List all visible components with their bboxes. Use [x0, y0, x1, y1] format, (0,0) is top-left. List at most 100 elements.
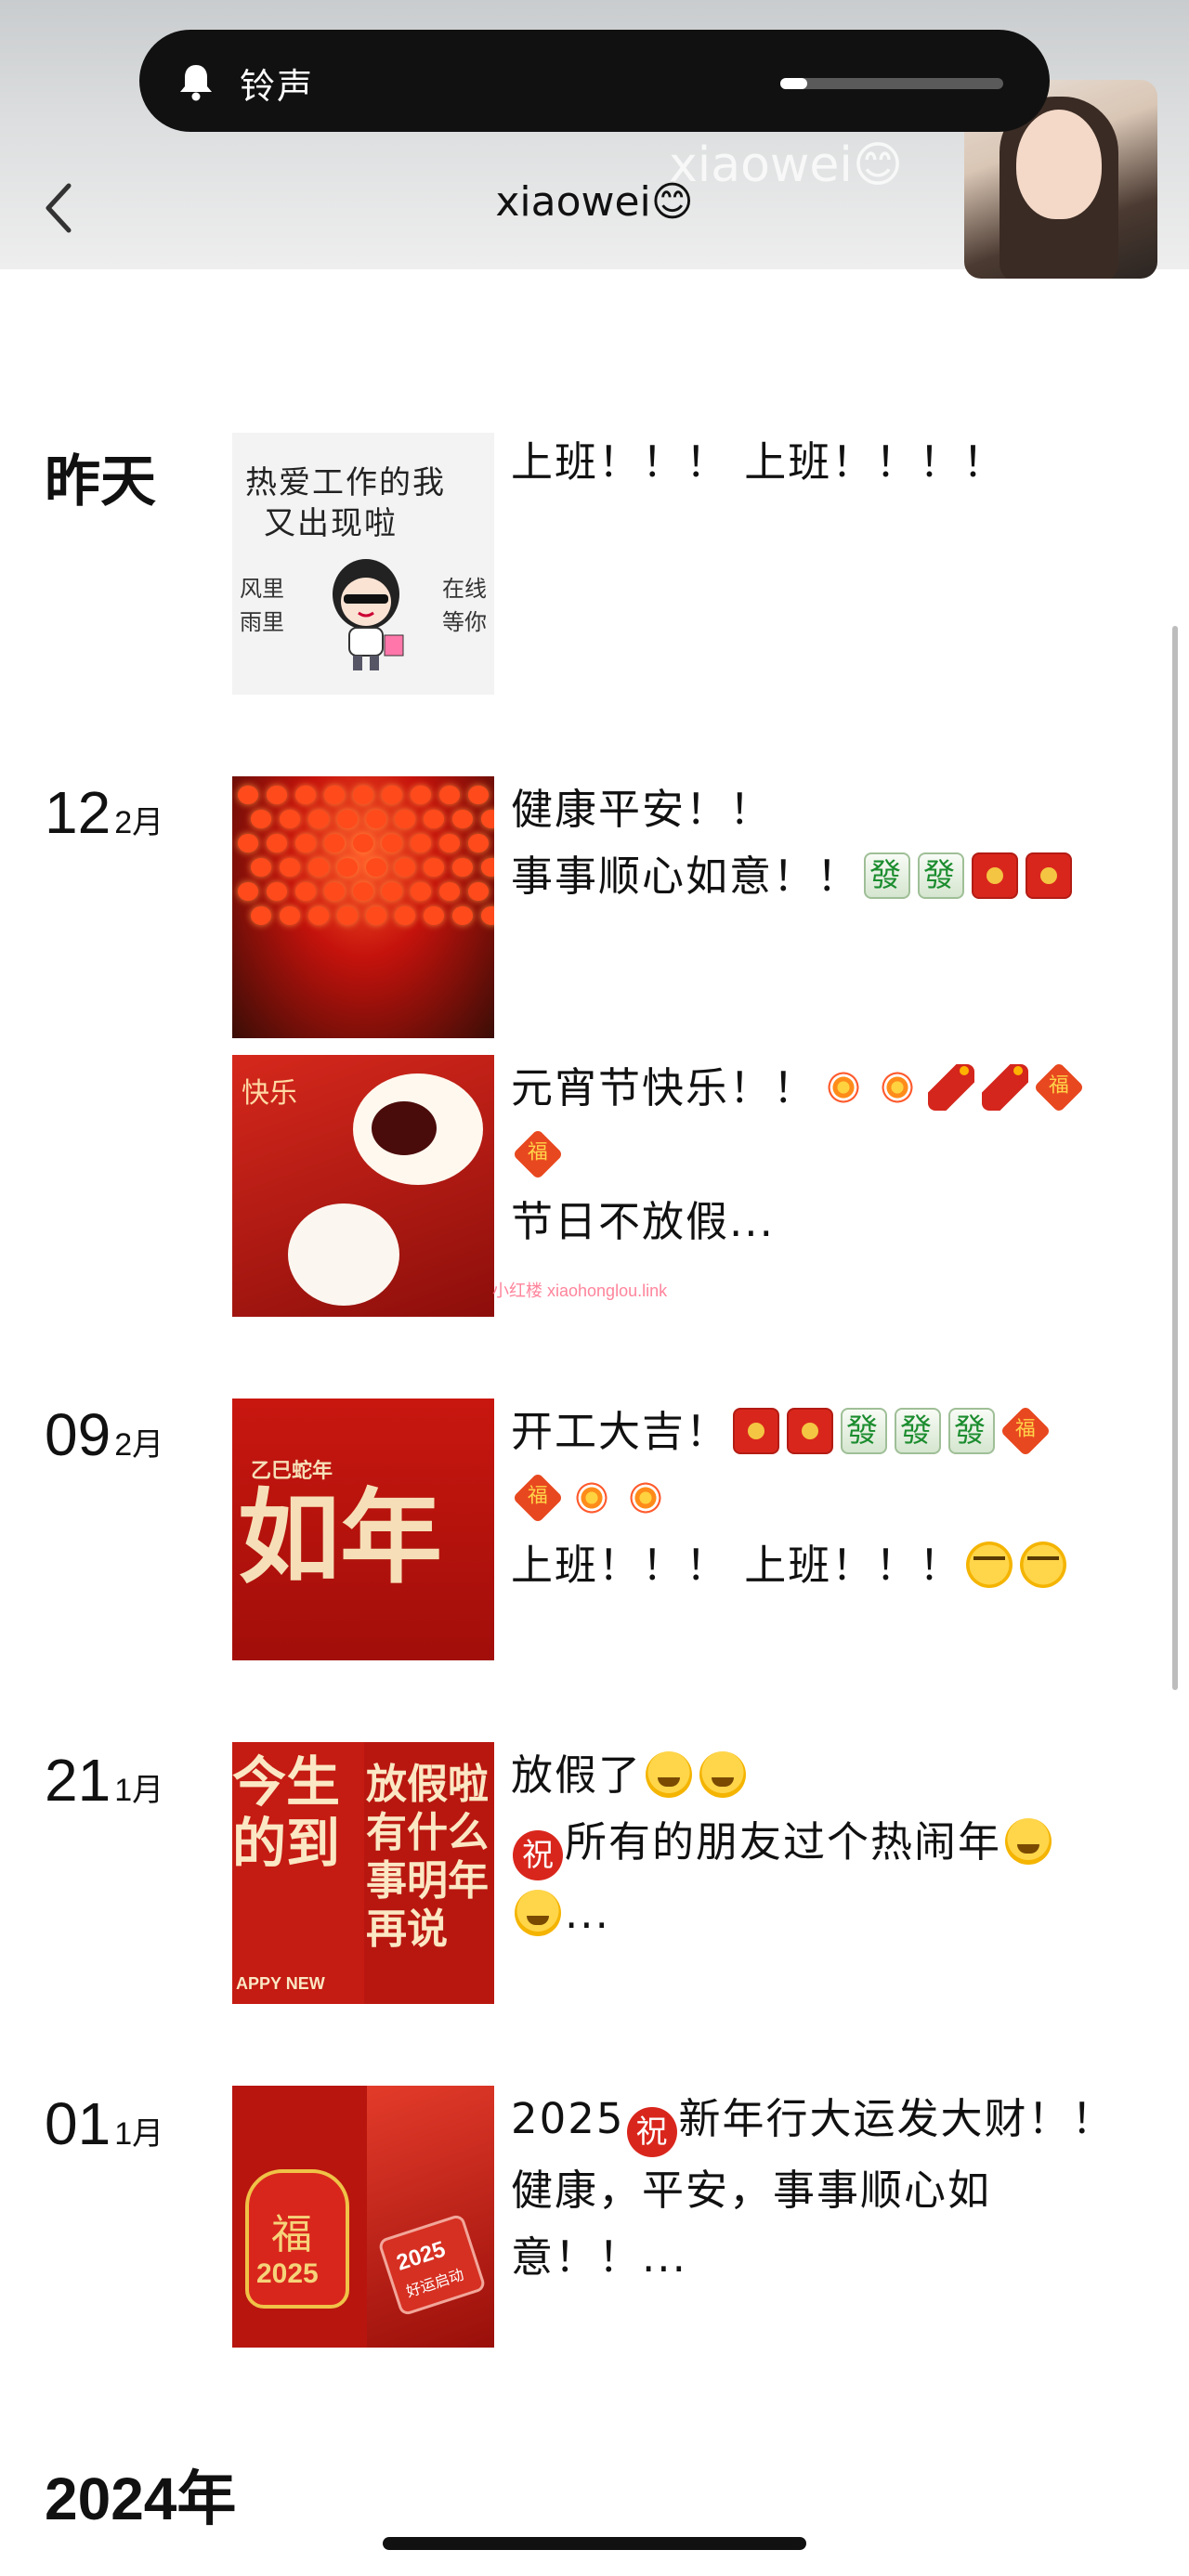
lantern-shape: [267, 834, 287, 852]
thumb-caption: 又出现啦: [264, 505, 398, 542]
lantern-shape: [395, 858, 415, 877]
tangyuan-filling: [372, 1101, 437, 1155]
red-envelope-icon: [1026, 852, 1073, 899]
mahjong-fa-icon: [864, 852, 911, 899]
red-envelope-icon: [787, 1408, 834, 1454]
red-envelope-icon: [733, 1408, 780, 1454]
bell-icon: [180, 65, 212, 101]
lantern-shape: [324, 882, 345, 901]
lantern-shape: [481, 810, 494, 828]
lantern-shape: [267, 786, 287, 804]
mahjong-fa-icon: [895, 1408, 942, 1454]
lucky-bag-shape: 福 2025: [245, 2169, 349, 2309]
lantern-shape: [452, 906, 473, 925]
lantern-shape: [267, 882, 287, 901]
nerd-face-icon: [966, 1542, 1013, 1588]
ringtone-label: 铃声: [240, 66, 315, 107]
post-text[interactable]: 开工大吉！ 上班！！！ 上班！！！: [511, 1399, 1133, 1599]
post-text[interactable]: 健康平安！！ 事事顺心如意！！: [511, 776, 1133, 910]
lantern-shape: [424, 906, 444, 925]
fu-diamond-icon: [512, 1128, 564, 1180]
post-text[interactable]: 元宵节快乐！！ 节日不放假...: [511, 1055, 1133, 1255]
thumb-side-right: 在线 等你: [442, 576, 487, 635]
date-label: 12 2月: [45, 778, 163, 847]
lantern-shape: [238, 834, 258, 852]
post-thumbnail[interactable]: 热爱工作的我 又出现啦 风里 雨里 在线 等你: [232, 433, 494, 695]
lantern-shape: [481, 906, 494, 925]
post-thumbnail[interactable]: 今生的到 APPY NEW 放假啦有什么事明年再说: [232, 1742, 494, 2004]
thumb-side-left: 风里 雨里: [240, 576, 284, 635]
post-text[interactable]: 上班！！！ 上班！！！！: [511, 429, 1133, 496]
lantern-shape: [280, 906, 300, 925]
date-month: 2月: [114, 805, 164, 840]
lantern-shape: [439, 834, 460, 852]
post-thumbnail[interactable]: [232, 776, 494, 1038]
grinning-face-icon: [699, 1751, 747, 1798]
lantern-shape: [337, 858, 358, 877]
keycap-shape: 2025 好运启动: [377, 2213, 487, 2317]
fu-diamond-icon: [1033, 1061, 1085, 1113]
date-label: 01 1月: [45, 2089, 163, 2158]
lantern-shape: [452, 810, 473, 828]
lantern-shape: [395, 810, 415, 828]
date-month: 1月: [114, 1773, 164, 1808]
keyboard-panel: 2025 好运启动: [367, 2086, 494, 2348]
lantern-shape: [324, 786, 345, 804]
year-section-header: 2024年: [45, 2465, 237, 2532]
lantern-shape: [452, 858, 473, 877]
lantern-shape: [238, 882, 258, 901]
post-thumbnail[interactable]: 乙巳蛇年 如年: [232, 1399, 494, 1660]
fireworks-icon: [568, 1475, 615, 1521]
date-day: 21: [45, 1747, 111, 1814]
zhu-badge-icon: 祝: [513, 1830, 563, 1880]
lantern-shape: [382, 786, 402, 804]
lantern-shape: [468, 834, 489, 852]
zhu-badge-icon: 祝: [626, 2107, 677, 2157]
mahjong-fa-icon: [918, 852, 965, 899]
lantern-shape: [424, 858, 444, 877]
lantern-shape: [439, 786, 460, 804]
woozy-face-icon: [1005, 1818, 1052, 1865]
fireworks-icon: [874, 1064, 921, 1111]
thumb-left-panel: 今生的到 APPY NEW: [232, 1750, 341, 1993]
lantern-shape: [411, 882, 431, 901]
home-indicator[interactable]: [383, 2537, 806, 2550]
lantern-shape: [366, 858, 386, 877]
thumb-caption: 热爱工作的我: [245, 464, 446, 501]
red-envelope-icon: [972, 852, 1019, 899]
post-text[interactable]: 放假了 祝所有的朋友过个热闹年 ...: [511, 1742, 1133, 1947]
volume-slider[interactable]: [780, 78, 1003, 89]
lantern-shape: [382, 834, 402, 852]
volume-fill: [780, 78, 807, 89]
post-thumbnail[interactable]: 快乐: [232, 1055, 494, 1317]
lantern-shape: [251, 858, 271, 877]
firecracker-icon: [928, 1064, 975, 1111]
lantern-shape: [295, 882, 316, 901]
fireworks-icon: [820, 1064, 868, 1111]
scrollbar[interactable]: [1172, 626, 1178, 1690]
post-text[interactable]: 2025 祝新年行大运发大财！！ 健康，平安，事事顺心如 意！！...: [511, 2086, 1133, 2291]
lantern-shape: [439, 882, 460, 901]
fu-diamond-icon: [512, 1472, 564, 1524]
lantern-shape: [251, 810, 271, 828]
post-thumbnail[interactable]: 福 2025 2025 好运启动: [232, 2086, 494, 2348]
woozy-face-icon: [515, 1890, 561, 1936]
lantern-shape: [424, 810, 444, 828]
lantern-shape: [353, 882, 373, 901]
nerd-face-icon: [1020, 1542, 1067, 1588]
grinning-face-icon: [646, 1751, 693, 1798]
mahjong-fa-icon: [948, 1408, 996, 1454]
watermark: 小红楼 xiaohonglou.link: [492, 1281, 668, 1300]
date-label: 09 2月: [45, 1400, 163, 1469]
lantern-shape: [481, 858, 494, 877]
lantern-shape: [280, 858, 300, 877]
tangyuan-ball: [288, 1203, 399, 1306]
lantern-shape: [382, 882, 402, 901]
lantern-shape: [238, 786, 258, 804]
lantern-shape: [308, 906, 329, 925]
lantern-shape: [468, 882, 489, 901]
date-month: 1月: [114, 2116, 164, 2152]
date-label: 昨天: [45, 450, 156, 513]
lantern-shape: [353, 834, 373, 852]
avatar-face: [1016, 110, 1102, 219]
